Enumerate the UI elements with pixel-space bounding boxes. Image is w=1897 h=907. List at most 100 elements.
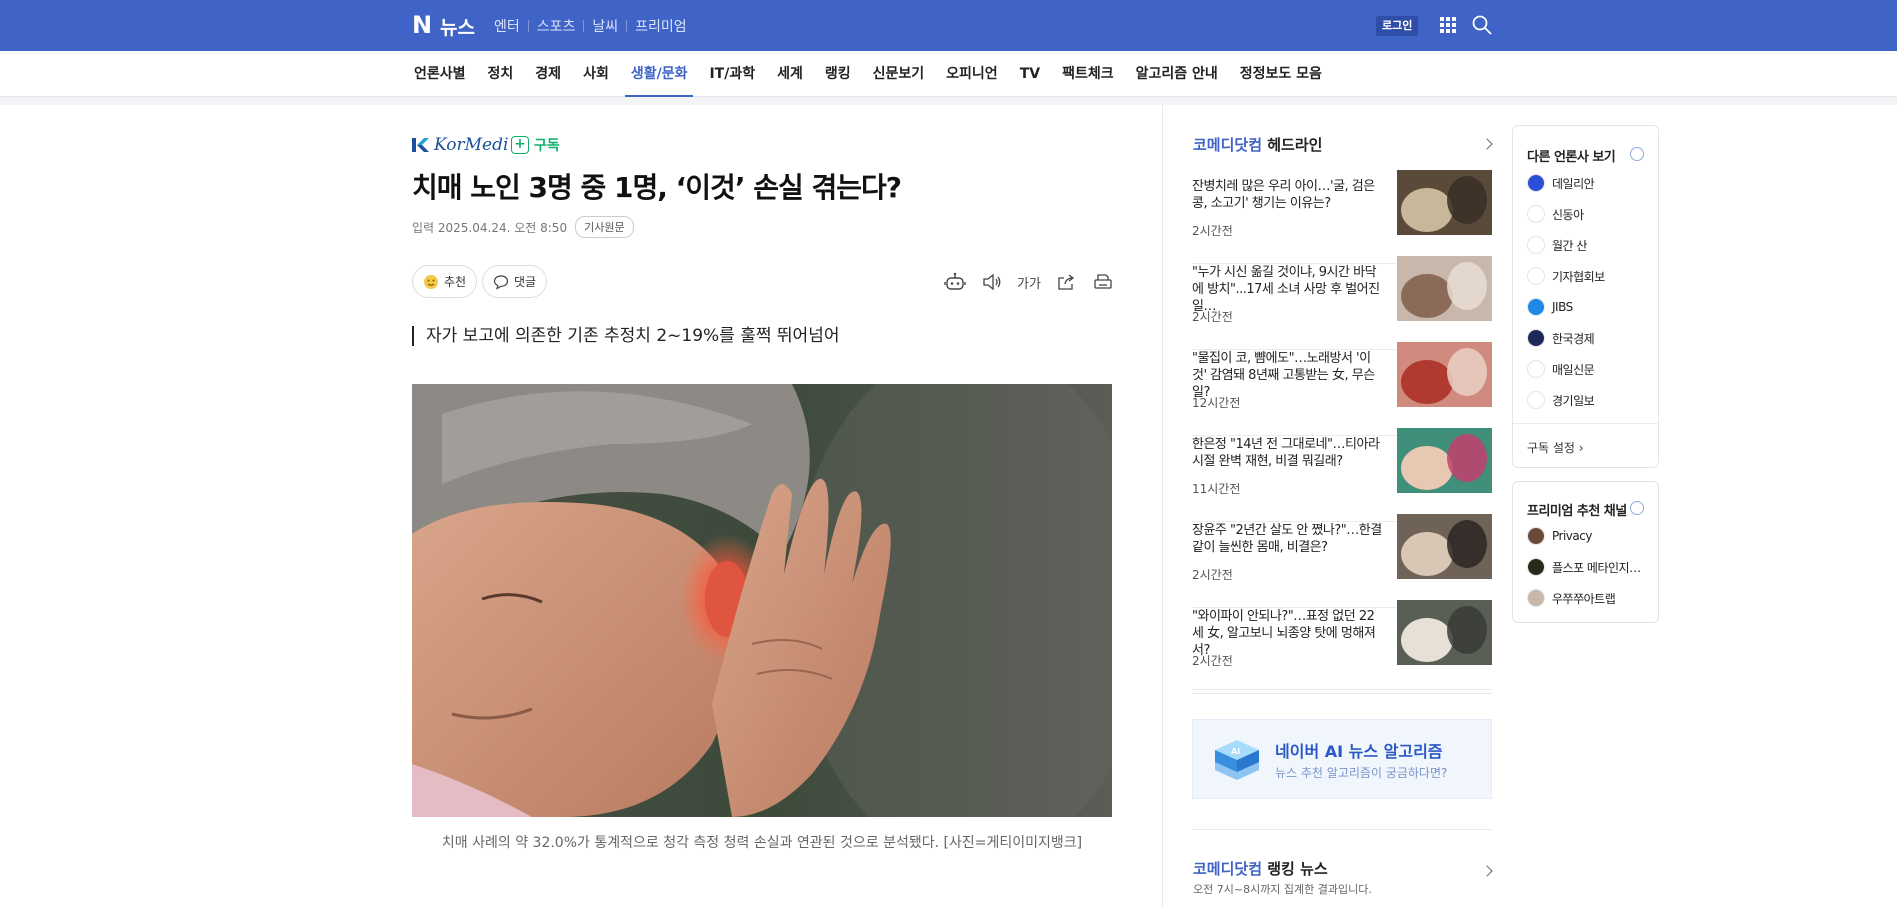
category-tab[interactable]: 정정보도 모음 <box>1234 51 1328 97</box>
premium-channel-widget: 프리미엄 추천 채널 Privacy 플스포 메타인지… 우쭈쭈아트랩 <box>1512 481 1659 623</box>
press-item-name: 데일리안 <box>1552 176 1595 191</box>
channel-name: Privacy <box>1552 529 1592 543</box>
headline-thumbnail <box>1397 256 1492 321</box>
headline-thumbnail <box>1397 342 1492 407</box>
ranking-suffix: 랭킹 뉴스 <box>1267 860 1328 878</box>
press-item[interactable]: 경기일보 <box>1527 391 1595 409</box>
smile-icon <box>423 274 439 290</box>
search-icon[interactable] <box>1472 15 1492 35</box>
category-tab[interactable]: 언론사별 <box>408 51 472 97</box>
category-tab[interactable]: 알고리즘 안내 <box>1130 51 1224 97</box>
category-tab[interactable]: 생활/문화 <box>624 51 694 97</box>
premium-channel-item[interactable]: 우쭈쭈아트랩 <box>1527 589 1616 607</box>
press-item[interactable]: 매일신문 <box>1527 360 1595 378</box>
category-tab[interactable]: 랭킹 <box>819 51 857 97</box>
headline-item[interactable]: 장윤주 "2년간 살도 안 쪘나?"…한결같이 늘씬한 몸매, 비결은? 2시간전 <box>1192 514 1492 608</box>
top-nav-sports[interactable]: 스포츠 <box>537 16 576 36</box>
headline-text: 한은정 "14년 전 그대로네"…티아라 시절 완벽 재현, 비결 뭐길래? <box>1192 437 1380 469</box>
publish-date: 입력 2025.04.24. 오전 8:50 <box>412 220 568 235</box>
channel-name: 우쭈쭈아트랩 <box>1552 591 1616 606</box>
press-item[interactable]: 데일리안 <box>1527 174 1595 192</box>
other-press-title: 다른 언론사 보기 <box>1527 150 1616 165</box>
share-icon[interactable] <box>1054 270 1078 294</box>
press-item[interactable]: 한국경제 <box>1527 329 1595 347</box>
article-photo <box>412 384 1112 817</box>
font-size-icon[interactable]: 가가 <box>1017 270 1041 294</box>
naver-logo-icon[interactable]: N <box>412 13 432 37</box>
other-press-widget: 다른 언론사 보기 데일리안신동아월간 산기자협회보 JIBS 한국경제매일신문경기… <box>1512 125 1659 468</box>
press-item[interactable]: JIBS <box>1527 298 1573 316</box>
chevron-right-icon[interactable] <box>1481 138 1493 150</box>
ai-algorithm-banner[interactable]: AI 네이버 AI 뉴스 알고리즘 뉴스 추천 알고리즘이 궁금하다면? <box>1192 719 1492 799</box>
recommend-button[interactable]: 추천 <box>412 265 478 298</box>
ai-banner-subtitle: 뉴스 추천 알고리즘이 궁금하다면? <box>1275 766 1448 780</box>
subscribe-button[interactable]: + 구독 <box>511 135 560 155</box>
press-item-name: 매일신문 <box>1552 362 1595 377</box>
press-logo-icon <box>1527 267 1545 285</box>
press-logo-icon <box>1527 236 1545 254</box>
channel-avatar <box>1527 527 1545 545</box>
category-nav: 언론사별 정치 경제 사회 생활/문화 IT/과학 세계 랭킹 신문보기 오피니언 TV 팩트체크 알고… <box>0 51 1897 97</box>
subscribe-settings-link[interactable]: 구독 설정 › <box>1527 439 1584 456</box>
article-title: 치매 노인 3명 중 1명, ‘이것’ 손실 겪는다? <box>412 171 902 204</box>
app-grid-icon[interactable] <box>1440 17 1456 33</box>
top-nav-premium[interactable]: 프리미엄 <box>635 16 687 36</box>
speaker-icon[interactable] <box>980 270 1004 294</box>
press-item-name: 월간 산 <box>1552 238 1587 253</box>
press-item[interactable]: 기자협회보 <box>1527 267 1605 285</box>
category-tab[interactable]: 경제 <box>529 51 567 97</box>
channel-avatar <box>1527 589 1545 607</box>
chevron-right-icon[interactable] <box>1481 865 1493 877</box>
category-tab[interactable]: 정치 <box>482 51 520 97</box>
headline-item[interactable]: "물집이 코, 뺨에도"…노래방서 '이것' 감염돼 8년째 고통받는 女, 무… <box>1192 342 1492 436</box>
press-item-name: 기자협회보 <box>1552 269 1605 284</box>
refresh-icon[interactable] <box>1630 147 1644 161</box>
top-bar: N 뉴스 엔터 스포츠 날씨 프리미엄 로그인 <box>0 0 1897 51</box>
ranking-title[interactable]: 코메디닷컴 랭킹 뉴스 <box>1193 858 1328 879</box>
category-tab[interactable]: 신문보기 <box>867 51 931 97</box>
headline-item[interactable]: 한은정 "14년 전 그대로네"…티아라 시절 완벽 재현, 비결 뭐길래? 11… <box>1192 428 1492 522</box>
ai-banner-title: 네이버 AI 뉴스 알고리즘 <box>1275 742 1443 761</box>
comment-label: 댓글 <box>514 275 537 289</box>
category-tab[interactable]: 사회 <box>577 51 615 97</box>
top-nav-entertainment[interactable]: 엔터 <box>494 16 520 36</box>
top-nav-weather[interactable]: 날씨 <box>592 16 618 36</box>
headline-time: 11시간전 <box>1192 482 1241 496</box>
svg-text:AI: AI <box>1231 747 1240 756</box>
press-logo-icon <box>1527 391 1545 409</box>
category-tab[interactable]: 오피니언 <box>940 51 1004 97</box>
category-tab[interactable]: TV <box>1014 51 1046 97</box>
headlines-title[interactable]: 코메디닷컴 헤드라인 <box>1193 134 1322 155</box>
headline-thumbnail <box>1397 170 1492 235</box>
divider <box>626 20 628 32</box>
press-logo[interactable]: KorMedi <box>412 135 508 155</box>
premium-channel-item[interactable]: 플스포 메타인지… <box>1527 558 1641 576</box>
category-tab[interactable]: IT/과학 <box>703 51 761 97</box>
headlines-suffix: 헤드라인 <box>1267 136 1323 154</box>
news-logo[interactable]: 뉴스 <box>440 13 475 40</box>
nav-separator <box>0 97 1897 105</box>
refresh-icon[interactable] <box>1630 501 1644 515</box>
headline-item[interactable]: "누가 시신 옮길 것이냐, 9시간 바닥에 방치"...17세 소녀 사망 후… <box>1192 256 1492 350</box>
headline-item[interactable]: "와이파이 안되나?"…표정 없던 22세 女, 알고보니 뇌종양 탓에 멍해져… <box>1192 600 1492 694</box>
press-item-name: JIBS <box>1552 300 1573 314</box>
premium-title: 프리미엄 추천 채널 <box>1527 504 1627 519</box>
press-item-name: 신동아 <box>1552 207 1584 222</box>
headline-item[interactable]: 잔병치레 많은 우리 아이…'굴, 검은 콩, 소고기' 챙기는 이유는? 2시간… <box>1192 170 1492 264</box>
comment-button[interactable]: 댓글 <box>482 265 548 298</box>
premium-channel-item[interactable]: Privacy <box>1527 527 1592 545</box>
press-logo-icon <box>1527 329 1545 347</box>
subscribe-settings-label: 구독 설정 <box>1527 441 1575 455</box>
divider <box>1192 829 1492 830</box>
press-item[interactable]: 신동아 <box>1527 205 1584 223</box>
column-divider <box>1162 105 1163 907</box>
headline-thumbnail <box>1397 514 1492 579</box>
photo-caption: 치매 사례의 약 32.0%가 통계적으로 청각 측정 청력 손실과 연관된 것… <box>441 835 1083 851</box>
robot-summary-icon[interactable] <box>943 270 967 294</box>
print-icon[interactable] <box>1091 270 1115 294</box>
login-button[interactable]: 로그인 <box>1376 16 1419 36</box>
category-tab[interactable]: 세계 <box>771 51 809 97</box>
press-item[interactable]: 월간 산 <box>1527 236 1587 254</box>
category-tab[interactable]: 팩트체크 <box>1056 51 1120 97</box>
original-article-link[interactable]: 기사원문 <box>575 216 634 238</box>
